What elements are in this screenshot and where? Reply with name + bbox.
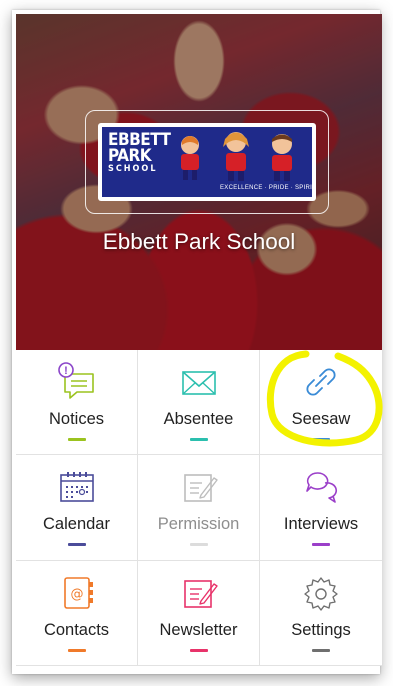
link-icon: [306, 368, 336, 396]
tile-newsletter-label: Newsletter: [159, 620, 238, 639]
tile-absentee-accent: [189, 438, 208, 441]
svg-text:@: @: [70, 587, 83, 602]
tile-interviews[interactable]: Interviews: [260, 455, 382, 561]
tile-notices-accent: [67, 438, 86, 441]
tile-contacts-accent: [67, 648, 86, 652]
school-logo: EBBETT PARK SCHOOL EXCELLENCE · PRIDE · …: [85, 110, 329, 214]
permission-icon: [183, 474, 218, 503]
tile-notices[interactable]: ! Notices: [16, 350, 138, 456]
tile-calendar-accent: [67, 543, 86, 547]
newsletter-icon: [183, 579, 218, 608]
tile-permission[interactable]: Permission: [138, 455, 260, 561]
logo-kid-2-icon: [223, 132, 249, 181]
tile-permission-accent: [189, 543, 208, 547]
tile-interviews-label: Interviews: [283, 515, 359, 534]
tile-calendar[interactable]: Calendar: [16, 455, 138, 561]
tile-seesaw[interactable]: Seesaw: [260, 350, 382, 456]
tile-settings[interactable]: Settings: [260, 561, 382, 666]
envelope-icon: [181, 371, 216, 395]
tile-contacts-label: Contacts: [43, 620, 110, 639]
tile-seesaw-label: Seesaw: [291, 410, 351, 428]
tile-notices-label: Notices: [48, 410, 105, 428]
menu-grid: ! Notices Absentee Seesaw Calendar Permi…: [16, 350, 382, 666]
tile-contacts[interactable]: @ Contacts: [16, 560, 138, 666]
tile-absentee[interactable]: Absentee: [138, 350, 260, 456]
school-name: Ebbett Park School: [102, 229, 296, 254]
tile-permission-label: Permission: [157, 515, 240, 534]
calendar-icon: [59, 472, 94, 503]
tile-seesaw-accent: [312, 438, 330, 441]
tile-calendar-label: Calendar: [43, 515, 110, 534]
tile-interviews-accent: [312, 543, 330, 547]
tile-newsletter[interactable]: Newsletter: [138, 560, 260, 666]
logo-kid-1-icon: [181, 136, 199, 180]
tile-absentee-label: Absentee: [163, 410, 234, 428]
gear-icon: [304, 576, 338, 611]
logo-tagline: EXCELLENCE · PRIDE · SPIRIT: [220, 185, 317, 191]
tile-newsletter-accent: [189, 648, 208, 652]
chat-bubbles-icon: [306, 472, 338, 504]
tile-settings-label: Settings: [291, 620, 351, 639]
logo-kid-3-icon: [272, 134, 292, 181]
notices-icon: !: [57, 362, 94, 399]
logo-word-3: SCHOOL: [108, 164, 158, 174]
tile-settings-accent: [312, 648, 330, 652]
notices-badge: !: [64, 365, 68, 377]
address-book-icon: @: [63, 576, 93, 609]
logo-word-2: PARK: [108, 146, 152, 166]
